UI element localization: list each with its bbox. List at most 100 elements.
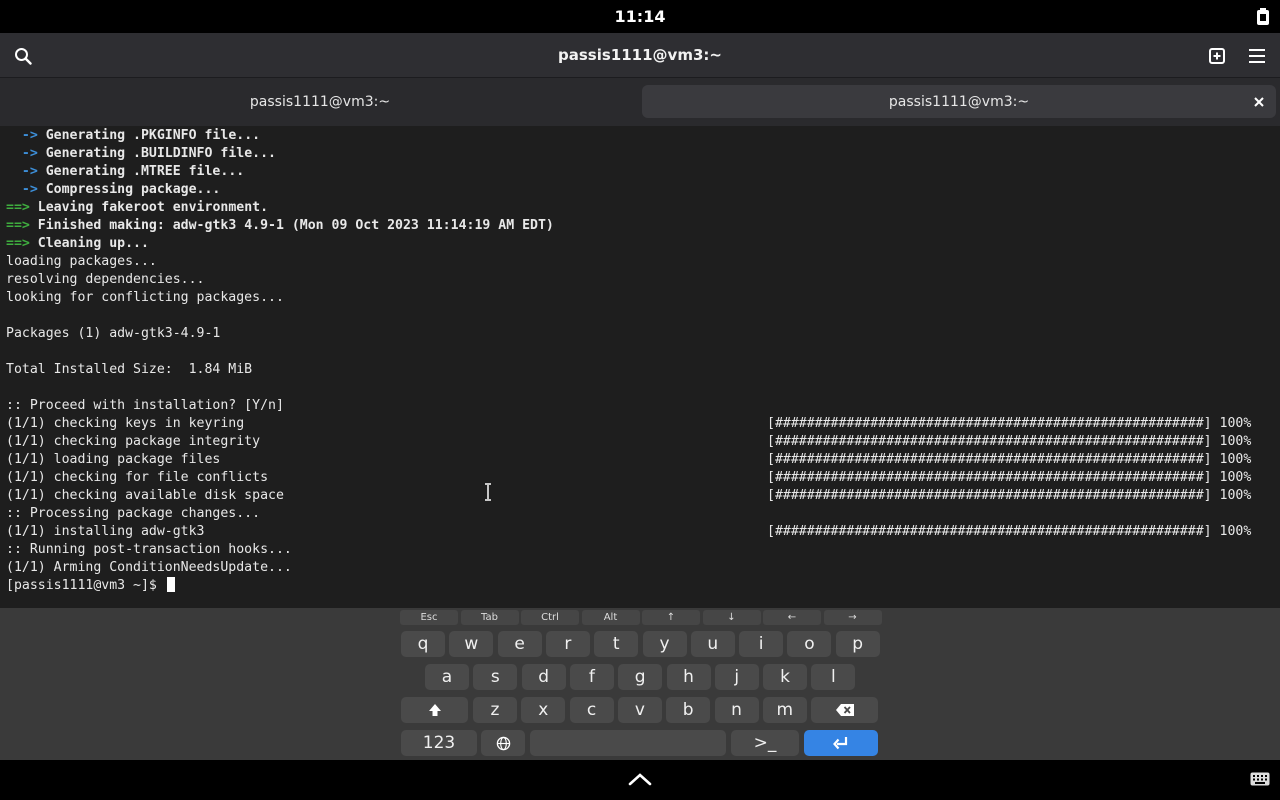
terminal-line: -> Compressing package... [6,181,221,199]
letter-key[interactable]: b [666,697,711,723]
terminal-line-text: Generating .PKGINFO file... [37,128,261,143]
letter-key[interactable]: x [521,697,566,723]
numbers-key-label: 123 [422,733,456,753]
terminal-line: ==> Leaving fakeroot environment. [6,199,268,217]
terminal-line-prefix: ==> [6,200,30,215]
letter-key[interactable]: w [449,631,494,657]
letter-key[interactable]: z [473,697,517,723]
battery-icon [1257,8,1269,25]
terminal-line: :: Running post-transaction hooks... [6,541,292,559]
terminal-line-text: Generating .BUILDINFO file... [37,146,276,161]
function-key[interactable]: ← [763,610,821,625]
terminal-line-text: Leaving fakeroot environment. [29,200,269,215]
terminal-line: looking for conflicting packages... [6,289,284,307]
new-tab-button[interactable] [1202,41,1232,71]
terminal-line: :: Processing package changes... [6,505,260,523]
letter-key[interactable]: s [473,664,518,690]
letter-key[interactable]: q [401,631,445,657]
numbers-key[interactable]: 123 [401,730,477,756]
progress-bar-text: [#######################################… [767,524,1252,539]
letter-key[interactable]: j [714,664,759,690]
terminal-line-text: Packages (1) adw-gtk3-4.9-1 [6,326,221,341]
shift-key[interactable] [401,697,468,723]
letter-key[interactable]: v [617,697,662,723]
terminal-line-text: :: Proceed with installation? [Y/n] [6,398,284,413]
terminal-line-text: resolving dependencies... [6,272,205,287]
space-key[interactable] [530,730,726,756]
progress-bar-text: [#######################################… [767,470,1252,485]
tab-label: passis1111@vm3:~ [249,93,391,110]
letter-key[interactable]: d [521,664,566,690]
terminal-line: (1/1) loading package files [6,451,220,469]
on-screen-keyboard: Esc Tab Ctrl Alt ↑ ↓ ← → qwertyuiop asdfghjkl z… [0,608,1280,760]
letter-key[interactable]: r [545,631,590,657]
function-key[interactable]: Tab [460,610,519,625]
letter-key[interactable]: a [425,664,469,690]
function-key[interactable]: ↓ [702,610,761,625]
function-key[interactable]: ↑ [642,610,700,625]
terminal-line: -> Generating .PKGINFO file... [6,127,260,145]
terminal-line: Packages (1) adw-gtk3-4.9-1 [6,325,220,343]
terminal-line-text: looking for conflicting packages... [6,290,284,305]
shift-arrow-icon [428,704,441,716]
letter-key[interactable]: i [739,631,784,657]
language-key[interactable] [481,730,525,756]
letter-key[interactable]: u [690,631,735,657]
terminal-line: ==> Cleaning up... [6,235,149,253]
terminal-line-prefix: -> [6,146,38,161]
function-key[interactable]: → [823,610,882,625]
letter-key[interactable]: m [762,697,807,723]
terminal-line: (1/1) checking for file conflicts [6,469,268,487]
status-bar: 11:14 [0,0,1280,33]
letter-key[interactable]: l [811,664,856,690]
bottom-bar [0,760,1280,800]
progress-bar-text: [#######################################… [767,488,1252,503]
progress-bar-text: [#######################################… [767,416,1252,431]
letter-key[interactable]: e [497,631,542,657]
terminal-line-text: loading packages... [6,254,157,269]
terminal-line-text: Generating .MTREE file... [37,164,245,179]
terminal-prompt-line: [passis1111@vm3 ~]$ [6,577,175,595]
keyboard-icon[interactable] [1250,772,1270,786]
tab-terminal-2[interactable]: passis1111@vm3:~ [642,85,1276,118]
terminal-line: (1/1) checking keys in keyring [6,415,244,433]
letter-key[interactable]: n [714,697,759,723]
terminal-view[interactable]: -> Generating .PKGINFO file... -> Genera… [0,126,1280,608]
tab-close-button[interactable] [1250,93,1268,111]
close-icon [1254,97,1264,107]
terminal-line: Total Installed Size: 1.84 MiB [6,361,252,379]
letter-key[interactable]: k [763,664,808,690]
terminal-line-text: (1/1) loading package files [6,452,221,467]
letter-key[interactable]: g [618,664,663,690]
terminal-line-text: Finished making: adw-gtk3 4.9-1 (Mon 09 … [29,218,554,233]
letter-key[interactable]: f [569,664,614,690]
terminal-line-text: :: Running post-transaction hooks... [6,542,292,557]
enter-key[interactable] [804,730,878,756]
letter-key[interactable]: o [787,631,832,657]
terminal-key[interactable]: >_ [731,730,799,756]
menu-button[interactable] [1242,41,1272,71]
backspace-key[interactable] [811,697,878,723]
terminal-line-text: Total Installed Size: 1.84 MiB [6,362,253,377]
tab-label: passis1111@vm3:~ [888,93,1030,110]
clock: 11:14 [614,7,666,26]
letter-key[interactable]: t [594,631,639,657]
terminal-line: -> Generating .MTREE file... [6,163,244,181]
function-key[interactable]: Ctrl [521,610,579,625]
letter-key[interactable]: c [569,697,614,723]
tab-bar: passis1111@vm3:~ passis1111@vm3:~ [0,78,1280,126]
tab-terminal-1[interactable]: passis1111@vm3:~ [2,85,638,118]
letter-key[interactable]: h [666,664,711,690]
terminal-line: :: Proceed with installation? [Y/n] [6,397,284,415]
letter-key[interactable]: p [835,631,880,657]
function-key[interactable]: Alt [581,610,640,625]
terminal-line: (1/1) installing adw-gtk3 [6,523,205,541]
globe-icon [496,736,510,750]
backspace-icon [835,704,854,716]
letter-key[interactable]: y [642,631,687,657]
terminal-line-text: (1/1) checking keys in keyring [6,416,245,431]
chevron-up-icon[interactable] [628,772,652,786]
function-key[interactable]: Esc [400,610,458,625]
window-title: passis1111@vm3:~ [558,46,722,64]
terminal-line: ==> Finished making: adw-gtk3 4.9-1 (Mon… [6,217,554,235]
